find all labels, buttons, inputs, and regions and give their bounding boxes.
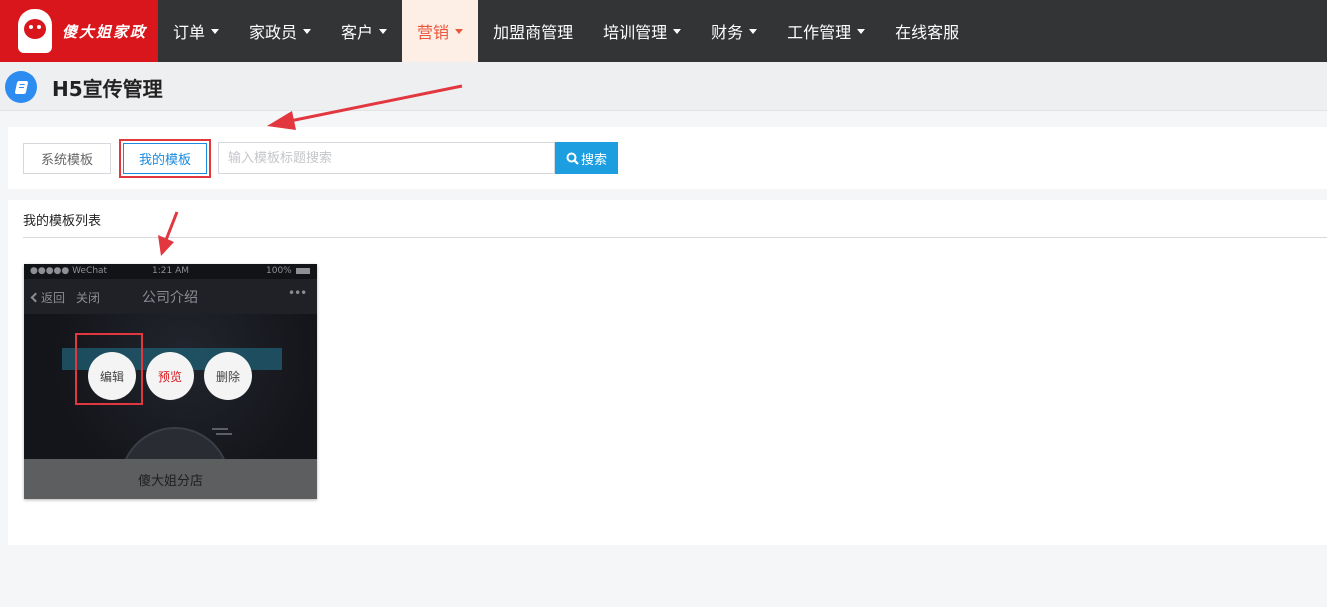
search-button-label: 搜索 [580,152,607,168]
brand-logo[interactable]: 傻大姐家政 [0,0,158,62]
back-link: 返回 [30,289,66,306]
chevron-left-icon [30,292,41,303]
page-title: H5宣传管理 [52,77,163,101]
search-button[interactable]: 搜索 [555,142,618,174]
nav-item-work[interactable]: 工作管理 [772,0,880,62]
nav-item-label: 财务 [711,23,744,42]
nav-item-marketing[interactable]: 营销 [402,0,479,62]
nav-item-housekeepers[interactable]: 家政员 [234,0,326,62]
search-icon [566,152,579,165]
template-toolbar: 系统模板 我的模板 搜索 [8,127,1327,189]
nav-item-label: 工作管理 [787,23,852,42]
carrier-text: ●●●●● WeChat [30,266,108,276]
nav-item-orders[interactable]: 订单 [158,0,234,62]
nav-item-training[interactable]: 培训管理 [588,0,696,62]
status-time: 1:21 AM [152,266,189,276]
top-navbar: 傻大姐家政 订单 家政员 客户 营销 加盟商管理 培训管理 财务 工作管理 在线… [0,0,1327,62]
nav-item-label: 加盟商管理 [493,23,574,42]
more-icon: ••• [288,286,307,300]
battery-icon [296,268,310,274]
caret-down-icon [455,28,464,34]
divider [23,237,1327,238]
template-search-input[interactable] [218,142,555,174]
caret-down-icon [211,28,220,34]
delete-button[interactable]: 删除 [204,352,252,400]
nav-item-label: 客户 [341,23,374,42]
wechat-nav-bar: 返回 关闭 公司介绍 ••• [24,279,317,314]
template-name: 傻大姐分店 [24,459,317,499]
preview-dashes [212,428,228,430]
caret-down-icon [749,28,758,34]
nav-item-franchise[interactable]: 加盟商管理 [478,0,588,62]
nav-item-label: 家政员 [249,23,298,42]
preview-page-title: 公司介绍 [142,290,198,306]
phone-status-bar: ●●●●● WeChat 1:21 AM 100% [24,264,317,279]
list-title: 我的模板列表 [23,214,102,229]
back-label: 返回 [41,291,66,305]
mascot-logo-icon [18,9,52,53]
template-card[interactable]: ●●●●● WeChat 1:21 AM 100% 返回 关闭 公司介绍 •••… [24,264,317,499]
edit-highlight-box [75,333,143,405]
caret-down-icon [857,28,866,34]
nav-item-finance[interactable]: 财务 [696,0,772,62]
tab-my-templates[interactable]: 我的模板 [119,139,211,178]
page-header: H5宣传管理 [0,62,1327,111]
book-icon [5,71,37,103]
tab-system-templates[interactable]: 系统模板 [23,143,111,174]
nav-item-label: 订单 [173,23,206,42]
caret-down-icon [673,28,682,34]
caret-down-icon [379,28,388,34]
nav-item-label: 在线客服 [895,23,960,42]
nav-item-label: 营销 [417,23,450,42]
nav-item-label: 培训管理 [603,23,668,42]
nav-item-online-service[interactable]: 在线客服 [880,0,974,62]
caret-down-icon [303,28,312,34]
main-menu: 订单 家政员 客户 营销 加盟商管理 培训管理 财务 工作管理 在线客服 [158,0,974,62]
template-list-panel: 我的模板列表 ●●●●● WeChat 1:21 AM 100% 返回 关闭 公… [8,200,1327,545]
brand-name: 傻大姐家政 [62,22,148,41]
preview-button[interactable]: 预览 [146,352,194,400]
close-link: 关闭 [76,291,101,305]
nav-item-customers[interactable]: 客户 [326,0,402,62]
battery-percent: 100% [266,266,292,276]
